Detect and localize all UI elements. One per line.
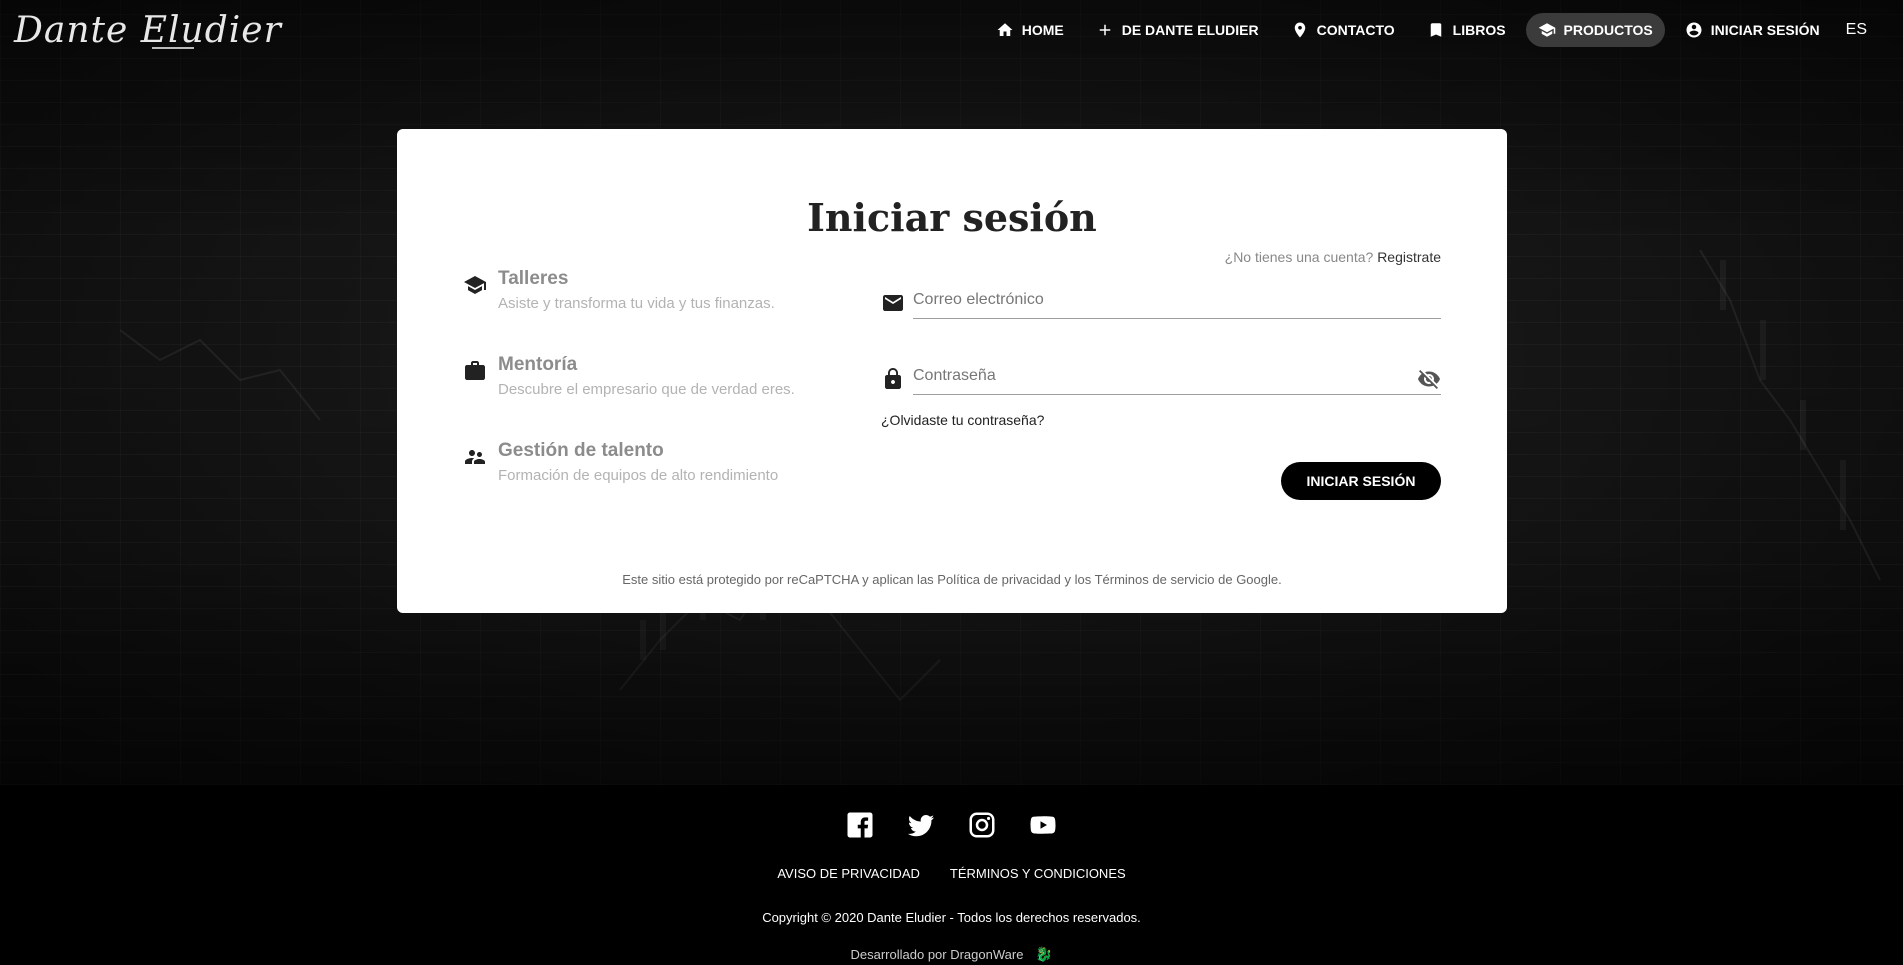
developer-credit: Desarrollado por DragonWare 🐉: [0, 946, 1903, 963]
people-icon: [465, 450, 485, 464]
feature-item: Mentoría Descubre el empresario que de v…: [463, 353, 823, 439]
email-field-wrapper: [881, 281, 1441, 321]
signup-prompt-text: ¿No tienes una cuenta?: [1224, 249, 1374, 265]
email-field[interactable]: [913, 281, 1441, 319]
plus-icon: [1099, 24, 1110, 36]
nav-contact-label: CONTACTO: [1316, 22, 1395, 38]
signup-link[interactable]: Registrate: [1377, 249, 1441, 265]
visibility-off-icon[interactable]: [1417, 367, 1441, 391]
language-selector[interactable]: ES: [1846, 21, 1867, 39]
privacy-link[interactable]: AVISO DE PRIVACIDAD: [777, 866, 920, 881]
forgot-password-link[interactable]: ¿Olvidaste tu contraseña?: [881, 412, 1044, 428]
nav-about[interactable]: DE DANTE ELUDIER: [1084, 13, 1271, 47]
nav-books[interactable]: LIBROS: [1415, 13, 1518, 47]
logo-underline: [152, 47, 194, 49]
feature-item: Talleres Asiste y transforma tu vida y t…: [463, 267, 823, 353]
nav-books-label: LIBROS: [1452, 22, 1506, 38]
feature-item: Gestión de talento Formación de equipos …: [463, 439, 823, 525]
instagram-icon[interactable]: [967, 810, 997, 840]
login-card: Iniciar sesión Talleres Asiste y transfo…: [397, 129, 1507, 613]
recaptcha-notice: Este sitio está protegido por reCaPTCHA …: [622, 572, 1282, 587]
copyright: Copyright © 2020 Dante Eludier - Todos l…: [762, 910, 1141, 925]
site-header: Dante Eludier HOME DE DANTE ELUDIER CONT…: [0, 0, 1903, 60]
password-field-wrapper: [881, 357, 1441, 397]
site-footer: AVISO DE PRIVACIDAD TÉRMINOS Y CONDICION…: [0, 785, 1903, 965]
nav-products-label: PRODUCTOS: [1563, 22, 1653, 38]
feature-description: Asiste y transforma tu vida y tus finanz…: [498, 295, 775, 312]
main-nav: HOME DE DANTE ELUDIER CONTACTO LIBROS PR…: [984, 13, 1903, 47]
page-title: Iniciar sesión: [807, 195, 1097, 240]
developer-credit-text: Desarrollado por DragonWare: [850, 947, 1024, 962]
briefcase-icon: [465, 361, 485, 380]
graduation-cap-icon: [464, 276, 486, 294]
login-submit-button[interactable]: INICIAR SESIÓN: [1281, 462, 1441, 500]
nav-login-label: INICIAR SESIÓN: [1710, 22, 1820, 38]
footer-links: AVISO DE PRIVACIDAD TÉRMINOS Y CONDICION…: [0, 866, 1903, 881]
nav-home-label: HOME: [1021, 22, 1064, 38]
lock-icon: [885, 368, 901, 389]
graduation-cap-icon: [1538, 23, 1555, 37]
dragon-logo-icon: 🐉: [1035, 946, 1053, 962]
nav-products[interactable]: PRODUCTOS: [1525, 13, 1665, 47]
youtube-icon[interactable]: [1028, 810, 1058, 840]
facebook-icon[interactable]: [845, 810, 875, 840]
feature-title: Mentoría: [498, 354, 578, 375]
password-field[interactable]: [913, 357, 1441, 395]
nav-home[interactable]: HOME: [984, 13, 1076, 47]
home-icon: [997, 23, 1013, 36]
signup-prompt: ¿No tienes una cuenta? Registrate: [1225, 249, 1441, 265]
nav-contact[interactable]: CONTACTO: [1279, 13, 1407, 47]
feature-description: Descubre el empresario que de verdad ere…: [498, 381, 795, 398]
social-links: [0, 810, 1903, 840]
location-pin-icon: [1294, 22, 1305, 38]
mail-icon: [883, 295, 903, 311]
twitter-icon[interactable]: [906, 810, 936, 840]
feature-description: Formación de equipos de alto rendimiento: [498, 467, 779, 484]
site-logo[interactable]: Dante Eludier: [14, 10, 282, 51]
feature-title: Gestión de talento: [498, 440, 664, 461]
bookmark-icon: [1430, 23, 1441, 37]
feature-list: Talleres Asiste y transforma tu vida y t…: [463, 267, 823, 525]
nav-login[interactable]: INICIAR SESIÓN: [1673, 13, 1832, 47]
nav-about-label: DE DANTE ELUDIER: [1121, 22, 1259, 38]
feature-title: Talleres: [498, 268, 569, 289]
account-circle-icon: [1686, 22, 1702, 38]
terms-link[interactable]: TÉRMINOS Y CONDICIONES: [950, 866, 1126, 881]
